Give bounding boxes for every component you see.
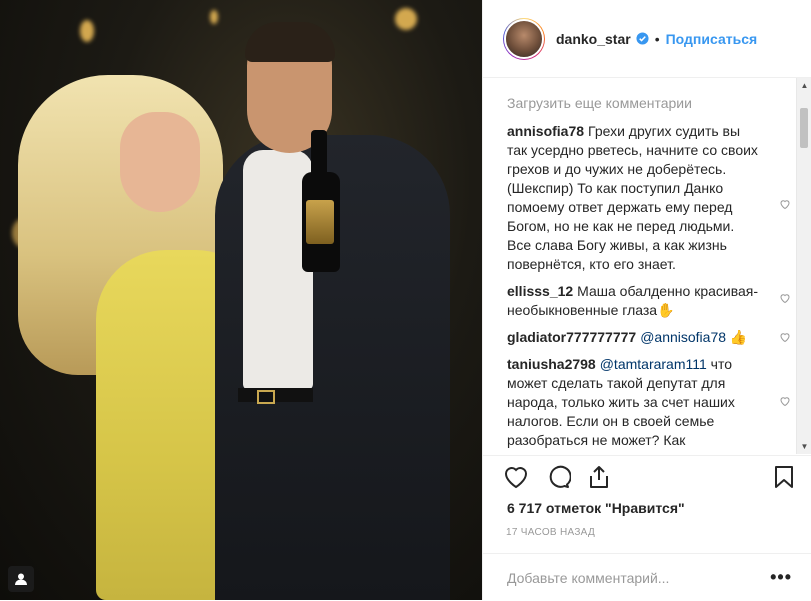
belt: [238, 388, 313, 402]
username-link[interactable]: danko_star: [556, 31, 631, 47]
add-comment-bar: •••: [483, 553, 811, 601]
header-separator: •: [654, 30, 660, 47]
heart-icon[interactable]: [779, 292, 791, 304]
comment-item: ellisss_12 Маша обалденно красивая- необы…: [507, 282, 795, 320]
post-side-panel: danko_star • Подписаться Загрузить еще к…: [482, 0, 811, 600]
avatar-image: [504, 18, 544, 59]
belt-buckle: [257, 390, 275, 404]
person-icon: [15, 573, 27, 585]
heart-icon[interactable]: [503, 464, 529, 490]
share-icon[interactable]: [586, 464, 612, 490]
heart-icon[interactable]: [779, 198, 791, 210]
comment-item: gladiator777777777 @annisofia78 👍: [507, 328, 795, 347]
profile-avatar[interactable]: [503, 17, 545, 60]
comments-scrollbar[interactable]: ▲ ▼: [796, 78, 811, 454]
comment-author[interactable]: ellisss_12: [507, 283, 573, 299]
comment-item: annisofia78 Грехи других судить вы так ус…: [507, 122, 795, 274]
follow-button[interactable]: Подписаться: [666, 31, 758, 47]
bottle-label: [306, 200, 334, 244]
scroll-down-arrow-icon[interactable]: ▼: [797, 439, 811, 454]
more-options-button[interactable]: •••: [770, 567, 792, 588]
post-header: danko_star • Подписаться: [483, 0, 811, 78]
load-more-comments-button[interactable]: Загрузить еще комментарии: [507, 95, 795, 111]
man-hair: [245, 22, 335, 62]
tagged-users-button[interactable]: [8, 566, 34, 592]
bookmark-icon[interactable]: [771, 464, 797, 490]
bottle-neck: [311, 130, 327, 178]
likes-count[interactable]: 6 717 отметок "Нравится": [507, 500, 685, 516]
woman-face: [120, 112, 200, 212]
background-light: [210, 10, 218, 24]
post-photo[interactable]: [0, 0, 482, 600]
comment-author[interactable]: gladiator777777777: [507, 329, 636, 345]
comment-author[interactable]: annisofia78: [507, 123, 584, 139]
background-light: [80, 20, 94, 42]
comment-icon[interactable]: [545, 464, 571, 490]
heart-icon[interactable]: [779, 331, 791, 343]
comment-author[interactable]: taniusha2798: [507, 356, 596, 372]
scroll-up-arrow-icon[interactable]: ▲: [797, 78, 811, 93]
comment-text: Грехи других судить вы так усердно рвете…: [507, 123, 758, 272]
post-actions-bar: [483, 455, 811, 502]
post-timestamp[interactable]: 17 ЧАСОВ НАЗАД: [506, 527, 595, 538]
background-light: [395, 8, 417, 30]
comment-mention[interactable]: @tamtararam111: [600, 356, 707, 372]
comment-mention[interactable]: @annisofia78: [640, 329, 726, 345]
add-comment-input[interactable]: [505, 562, 759, 594]
verified-badge-icon: [636, 32, 649, 45]
comments-list[interactable]: Загрузить еще комментарии annisofia78 Гре…: [483, 78, 795, 454]
comment-item: taniusha2798 @tamtararam111 что может сде…: [507, 355, 795, 454]
scroll-thumb[interactable]: [800, 108, 808, 148]
comment-text: 👍: [726, 329, 748, 345]
heart-icon[interactable]: [779, 395, 791, 407]
